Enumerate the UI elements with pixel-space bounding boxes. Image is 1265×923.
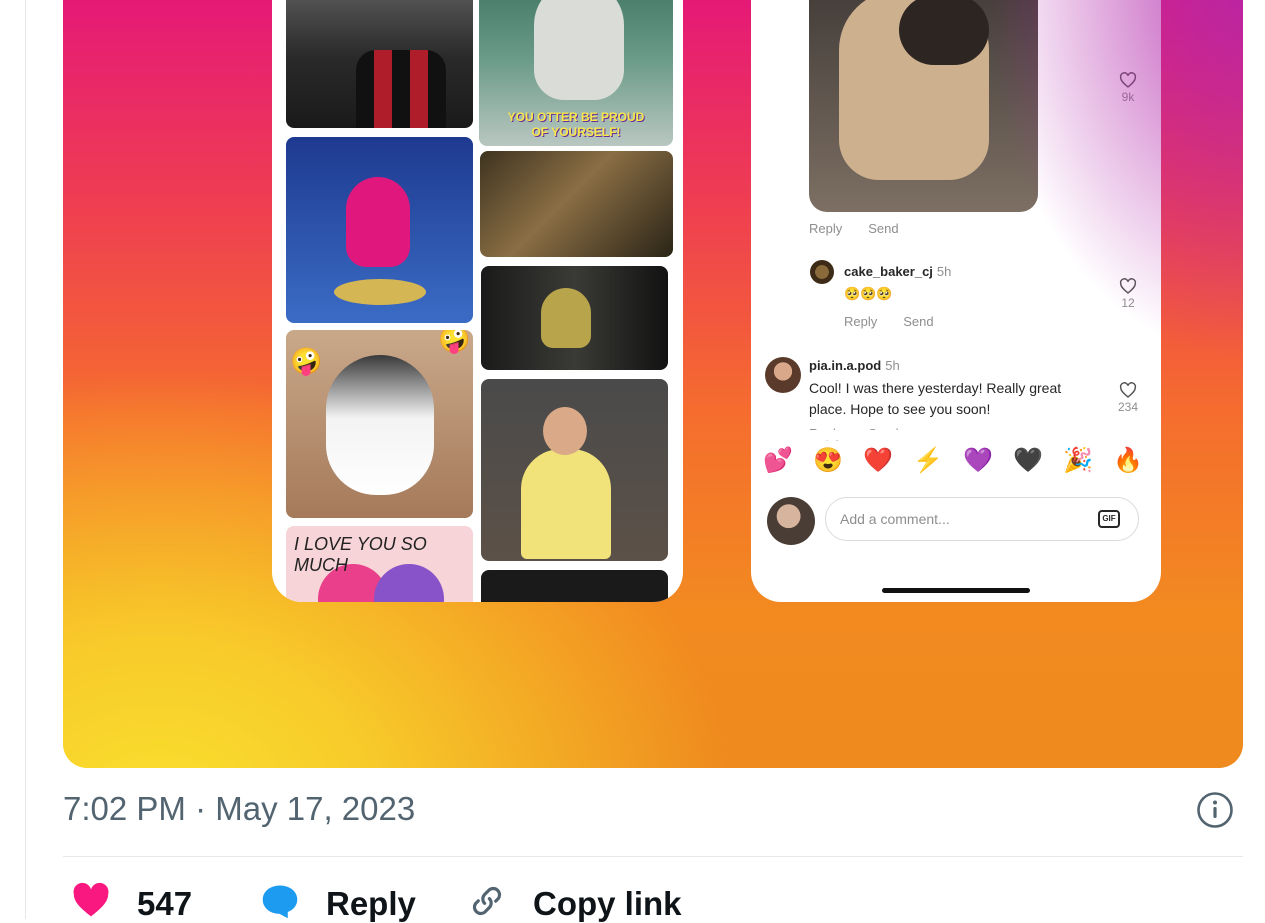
add-comment-row: Add a comment... GIF (767, 495, 1147, 545)
post-send-link[interactable]: Send (868, 221, 898, 236)
otter-caption-line2: OF YOURSELF! (531, 125, 621, 139)
reply-bubble-icon (262, 885, 298, 919)
comment-send-link[interactable]: Send (903, 314, 933, 329)
gif-donuts[interactable]: I LOVE YOU SO MUCH (286, 526, 473, 602)
comment-text-line: place. Hope to see you soon! (809, 401, 991, 417)
gif-icon[interactable]: GIF (1098, 510, 1120, 528)
comment-username[interactable]: cake_baker_cj (844, 264, 933, 279)
goofy-emoji-icon: 🤪 (438, 330, 471, 354)
tweet-timestamp[interactable]: 7:02 PM · May 17, 2023 (63, 790, 415, 828)
heart-icon (73, 882, 109, 917)
comment-like-count: 234 (1117, 400, 1139, 414)
husky-face (326, 355, 434, 495)
gif-dark[interactable] (481, 570, 668, 602)
gif-pikachu[interactable] (481, 266, 668, 370)
heart-outline-icon (1119, 72, 1137, 88)
gif-cougar[interactable] (480, 151, 673, 257)
timeline-border (25, 0, 26, 919)
comment-reply-link[interactable]: Reply (844, 314, 877, 329)
girl-head-shape (543, 407, 587, 455)
comment-text: Cool! I was there yesterday! Really grea… (809, 378, 1061, 420)
avatar[interactable] (765, 357, 801, 393)
tweet-media-image[interactable]: YOU OTTER BE PROUD OF YOURSELF! 🤪 🤪 I LO… (63, 0, 1243, 768)
comment-like-count: 12 (1121, 296, 1135, 310)
reaction-fire[interactable]: 🔥 (1113, 446, 1143, 475)
reaction-lightning[interactable]: ⚡ (913, 446, 943, 475)
comments-phone: 9k Reply Send cake_baker_cj 5h 🥺🥺🥺 12 Repl… (751, 0, 1161, 602)
pug-face-shape (899, 0, 989, 65)
home-indicator (882, 588, 1030, 593)
donut-caption: I LOVE YOU SO MUCH (294, 534, 427, 575)
pedestal-shape (334, 279, 426, 305)
link-icon (472, 886, 502, 916)
reply-label: Reply (326, 885, 416, 922)
otter-caption: YOU OTTER BE PROUD OF YOURSELF! (479, 110, 673, 140)
comment-like[interactable]: 234 (1108, 382, 1148, 414)
comments-fade (751, 430, 1161, 440)
comment-username[interactable]: pia.in.a.pod (809, 358, 881, 373)
gif-soccer-player[interactable] (286, 0, 473, 128)
goofy-emoji-icon: 🤪 (290, 346, 323, 376)
heart-outline-icon (1119, 382, 1137, 398)
comment-time: 5h (885, 358, 900, 373)
post-like-count: 9k (1121, 90, 1135, 104)
otter-caption-line1: YOU OTTER BE PROUD (507, 110, 645, 124)
reaction-black-heart[interactable]: 🖤 (1013, 446, 1043, 475)
comment-text-line: Cool! I was there yesterday! Really grea… (809, 380, 1062, 396)
gif-pug[interactable] (809, 0, 1038, 212)
avatar[interactable] (767, 497, 815, 545)
divider (63, 856, 1243, 857)
info-icon[interactable] (1196, 791, 1234, 829)
gif-girl-cotton-candy[interactable] (481, 379, 668, 561)
heart-outline-icon (1119, 278, 1137, 294)
post-like[interactable]: 9k (1108, 72, 1148, 104)
reaction-purple-heart[interactable]: 💜 (963, 446, 993, 475)
comment-text: 🥺🥺🥺 (844, 286, 893, 301)
comment-header: cake_baker_cj 5h (844, 264, 951, 279)
jersey-shape (356, 50, 446, 128)
comment-time: 5h (936, 264, 952, 279)
copy-link-label: Copy link (533, 885, 682, 922)
reaction-two-hearts[interactable]: 💕 (763, 446, 793, 475)
reaction-heart-eyes[interactable]: 😍 (813, 446, 843, 475)
post-reply-link[interactable]: Reply (809, 221, 842, 236)
comment-placeholder: Add a comment... (840, 511, 950, 527)
post-actions: Reply Send (809, 221, 925, 236)
comment-like[interactable]: 12 (1108, 278, 1148, 310)
otter-shape (534, 0, 624, 100)
comment-actions: Reply Send (844, 314, 960, 329)
yellow-coat-shape (521, 449, 611, 559)
reaction-party[interactable]: 🎉 (1063, 446, 1093, 475)
comment-input[interactable]: Add a comment... GIF (825, 497, 1139, 541)
pikachu-shape (541, 288, 591, 348)
gif-husky[interactable]: 🤪 🤪 (286, 330, 473, 518)
comment-header: pia.in.a.pod 5h (809, 358, 900, 373)
gif-otter[interactable]: YOU OTTER BE PROUD OF YOURSELF! (479, 0, 673, 146)
gif-fall-guy[interactable] (286, 137, 473, 323)
like-count: 547 (137, 885, 193, 922)
quick-reactions-bar: 💕 😍 ❤️ ⚡ 💜 🖤 🎉 🔥 (751, 446, 1161, 482)
reaction-red-heart[interactable]: ❤️ (863, 446, 893, 475)
fall-guy-shape (346, 177, 410, 267)
gif-grid-phone: YOU OTTER BE PROUD OF YOURSELF! 🤪 🤪 I LO… (272, 0, 683, 602)
avatar[interactable] (810, 260, 834, 284)
